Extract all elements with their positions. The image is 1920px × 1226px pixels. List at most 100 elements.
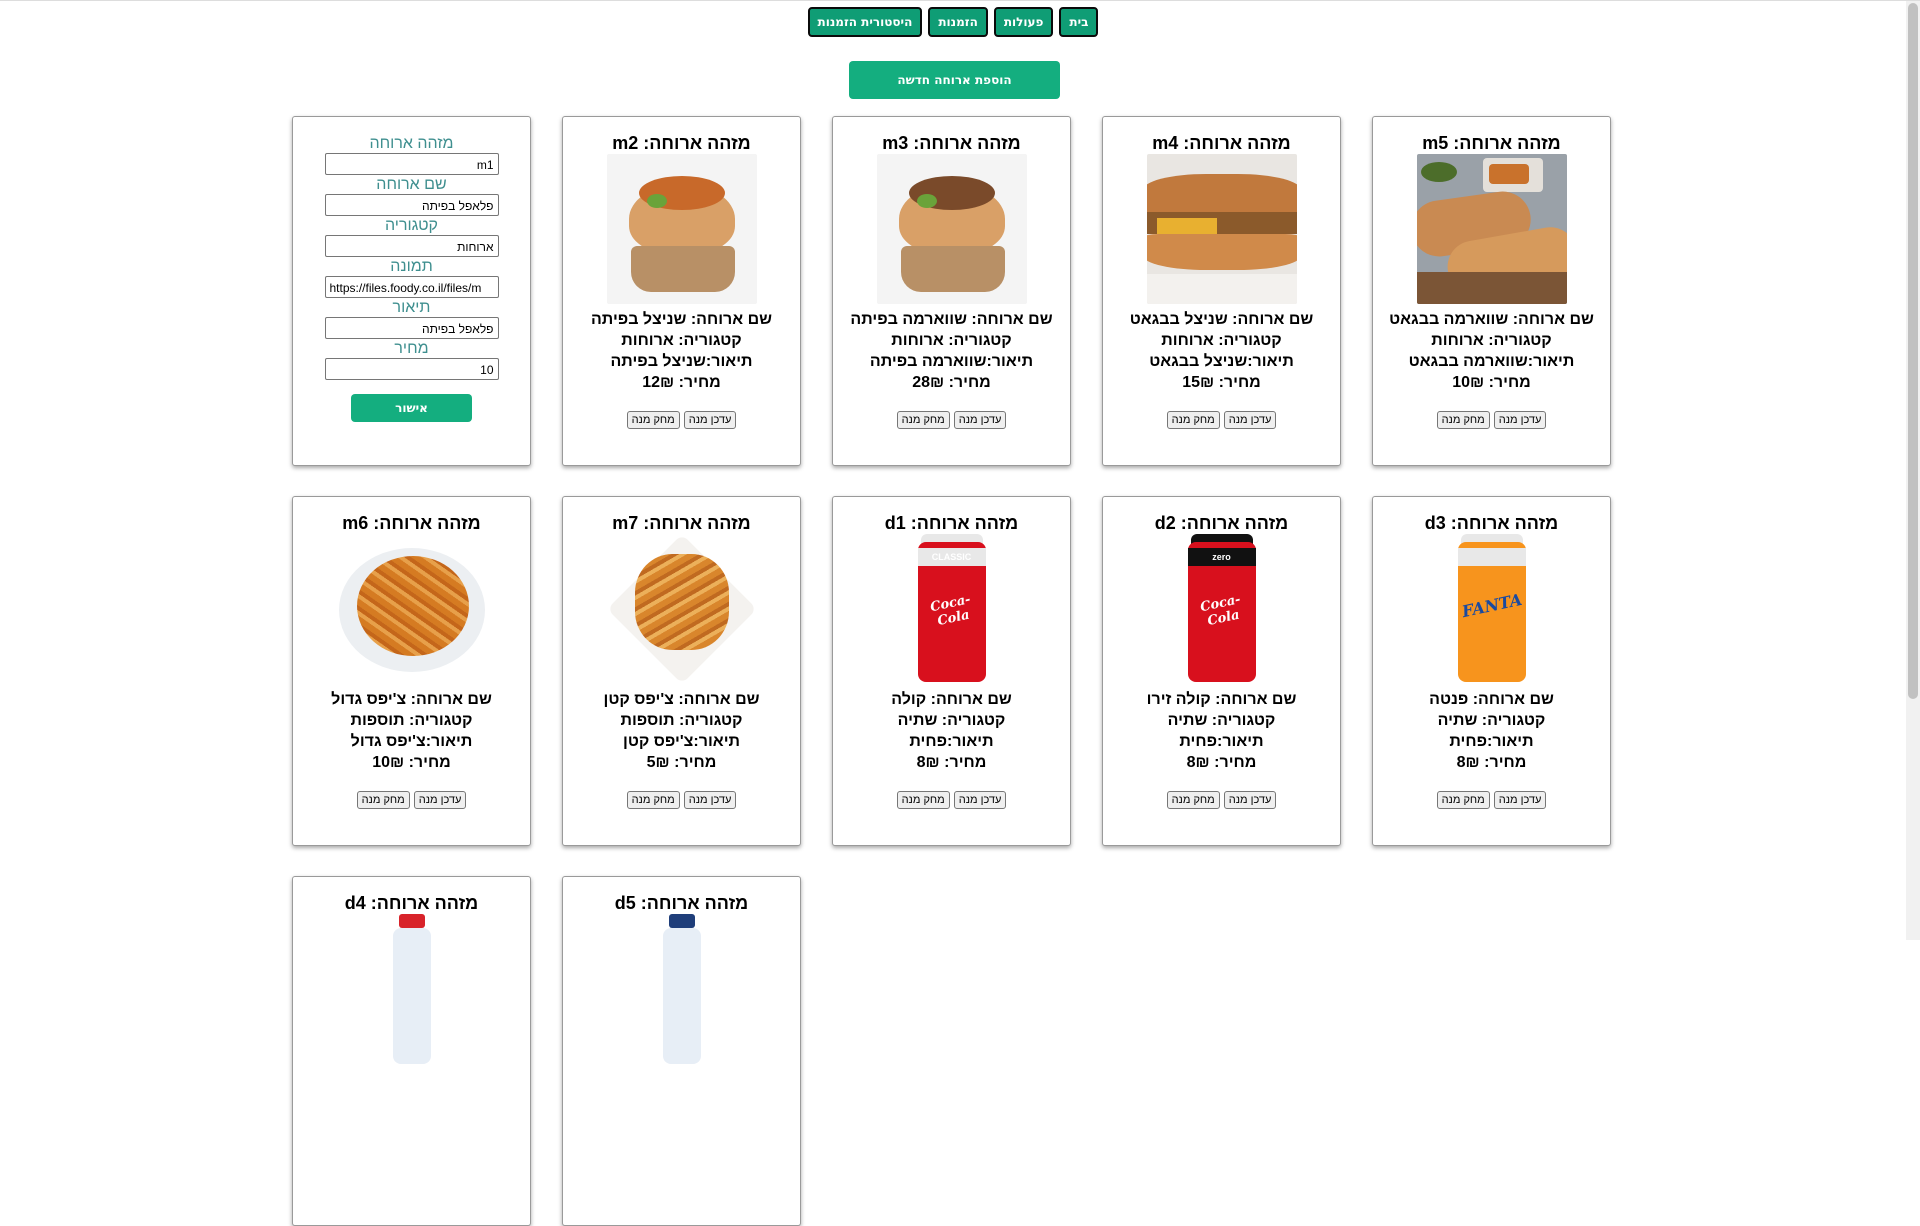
meal-id-heading: מזהה ארוחה: m3 <box>882 133 1021 153</box>
meal-id-input[interactable]: m1 <box>324 153 499 175</box>
delete-dish-button[interactable]: מחק מנה <box>1166 791 1220 809</box>
meal-card: מזהה ארוחה: m7 שם ארוחה: צ'יפס קטן קטגוריה… <box>562 496 801 846</box>
fries-bowl-photo <box>606 534 757 684</box>
image-label: תמונה <box>390 258 433 275</box>
meal-category-text: קטגוריה: שתיה <box>1437 712 1546 729</box>
meal-category-text: קטגוריה: שתיה <box>897 712 1006 729</box>
price-input[interactable]: 10 <box>324 358 499 380</box>
meal-category-text: קטגוריה: ארוחות <box>1161 332 1282 349</box>
meal-price-text: מחיר: 12₪ <box>642 374 721 391</box>
update-dish-button[interactable]: עדכן מנה <box>1493 791 1547 809</box>
meal-name-text: שם ארוחה: שווארמה בבגאט <box>1389 311 1594 328</box>
add-meal-button[interactable]: הוספת ארוחה חדשה <box>849 61 1060 99</box>
pita-shawarma-photo <box>876 154 1027 304</box>
meal-description-text: תיאור:שניצל בבגאט <box>1149 353 1294 370</box>
meal-name-text: שם ארוחה: שניצל בפיתה <box>590 311 773 328</box>
confirm-button[interactable]: אישור <box>351 394 472 422</box>
cola-can-photo: CLASSIC Coca-Cola <box>876 534 1027 684</box>
meal-category-text: קטגוריה: תוספות <box>350 712 473 729</box>
nav-order-history-button[interactable]: היסטורית הזמנות <box>807 7 923 37</box>
meal-card: מזהה ארוחה: d1 CLASSIC Coca-Cola שם ארוחה: … <box>832 496 1071 846</box>
delete-dish-button[interactable]: מחק מנה <box>896 791 950 809</box>
nav-home-button[interactable]: בית <box>1059 7 1099 37</box>
nav-actions-button[interactable]: פעולות <box>993 7 1054 37</box>
category-label: קטגוריה <box>384 217 438 234</box>
meal-id-heading: מזהה ארוחה: m2 <box>612 133 751 153</box>
meal-id-heading: מזהה ארוחה: d5 <box>614 893 749 913</box>
add-meal-form: מזהה ארוחה m1 שם ארוחה פלאפל בפיתה קטגור… <box>292 116 531 466</box>
delete-dish-button[interactable]: מחק מנה <box>1436 791 1490 809</box>
can-band-text: zero <box>1187 548 1256 566</box>
meal-card: מזהה ארוחה: m4 שם ארוחה: שניצל בבגאט קטגור… <box>1102 116 1341 466</box>
meal-price-text: מחיר: 8₪ <box>1456 754 1527 771</box>
meal-description-text: תיאור:פחית <box>909 733 994 750</box>
meal-description-text: תיאור:שווארמה בבגאט <box>1408 353 1575 370</box>
meal-id-heading: מזהה ארוחה: d3 <box>1424 513 1559 533</box>
fries-plate-photo <box>336 534 487 684</box>
pita-sandwich-photo <box>606 154 757 304</box>
image-url-input[interactable]: https://files.foody.co.il/files/m <box>324 276 499 298</box>
meal-id-heading: מזהה ארוחה: d1 <box>884 513 1019 533</box>
update-dish-button[interactable]: עדכן מנה <box>1223 791 1277 809</box>
meal-card: מזהה ארוחה: m6 שם ארוחה: צ'יפס גדול קטגורי… <box>292 496 531 846</box>
meal-name-text: שם ארוחה: קולה זירו <box>1146 691 1297 708</box>
meal-description-text: תיאור:צ'יפס קטן <box>623 733 740 750</box>
price-label: מחיר <box>394 340 429 357</box>
meal-name-text: שם ארוחה: שווארמה בפיתה <box>850 311 1053 328</box>
meal-price-text: מחיר: 28₪ <box>912 374 991 391</box>
scrollbar[interactable] <box>1906 1 1920 940</box>
delete-dish-button[interactable]: מחק מנה <box>356 791 410 809</box>
baguette-photo <box>1146 154 1297 304</box>
meal-description-text: תיאור:צ'יפס גדול <box>350 733 473 750</box>
meal-name-input[interactable]: פלאפל בפיתה <box>324 194 499 216</box>
meal-category-text: קטגוריה: ארוחות <box>621 332 742 349</box>
meal-name-text: שם ארוחה: צ'יפס גדול <box>331 691 492 708</box>
meal-id-heading: מזהה ארוחה: m5 <box>1422 133 1561 153</box>
meal-card: מזהה ארוחה: m5 שם ארוחה: שווארמה בבגאט קטג… <box>1372 116 1611 466</box>
meal-name-text: שם ארוחה: שניצל בבגאט <box>1129 311 1314 328</box>
baguette-shawarma-photo <box>1416 154 1567 304</box>
update-dish-button[interactable]: עדכן מנה <box>413 791 467 809</box>
category-input[interactable]: ארוחות <box>324 235 499 257</box>
update-dish-button[interactable]: עדכן מנה <box>683 411 737 429</box>
description-label: תיאור <box>392 299 431 316</box>
fanta-can-photo: FANTA <box>1416 534 1567 684</box>
can-band-text: CLASSIC <box>917 548 986 566</box>
update-dish-button[interactable]: עדכן מנה <box>953 791 1007 809</box>
meal-id-label: מזהה ארוחה <box>369 135 454 152</box>
can-band-text <box>1457 548 1526 566</box>
meal-card: מזהה ארוחה: d2 zero Coca-Cola שם ארוחה: קול… <box>1102 496 1341 846</box>
bottle-photo <box>606 914 757 1064</box>
top-nav: ביתפעולותהזמנותהיסטורית הזמנות <box>0 7 1906 37</box>
meal-id-heading: מזהה ארוחה: m6 <box>342 513 481 533</box>
meal-price-text: מחיר: 10₪ <box>372 754 451 771</box>
meal-card: מזהה ארוחה: d4 <box>292 876 531 1226</box>
update-dish-button[interactable]: עדכן מנה <box>683 791 737 809</box>
meal-description-text: תיאור:שווארמה בפיתה <box>869 353 1034 370</box>
meal-category-text: קטגוריה: ארוחות <box>1431 332 1552 349</box>
meal-price-text: מחיר: 15₪ <box>1182 374 1261 391</box>
delete-dish-button[interactable]: מחק מנה <box>626 791 680 809</box>
meal-price-text: מחיר: 5₪ <box>646 754 717 771</box>
meal-name-text: שם ארוחה: פנטה <box>1429 691 1554 708</box>
meal-description-text: תיאור:פחית <box>1449 733 1534 750</box>
meal-price-text: מחיר: 8₪ <box>1186 754 1257 771</box>
delete-dish-button[interactable]: מחק מנה <box>1436 411 1490 429</box>
update-dish-button[interactable]: עדכן מנה <box>1223 411 1277 429</box>
meal-category-text: קטגוריה: ארוחות <box>891 332 1012 349</box>
meal-name-text: שם ארוחה: קולה <box>891 691 1012 708</box>
delete-dish-button[interactable]: מחק מנה <box>896 411 950 429</box>
update-dish-button[interactable]: עדכן מנה <box>1493 411 1547 429</box>
meal-description-text: תיאור:שניצל בפיתה <box>610 353 753 370</box>
meal-id-heading: מזהה ארוחה: d2 <box>1154 513 1289 533</box>
update-dish-button[interactable]: עדכן מנה <box>953 411 1007 429</box>
nav-orders-button[interactable]: הזמנות <box>928 7 988 37</box>
scrollbar-thumb[interactable] <box>1908 3 1918 699</box>
cola-zero-can-photo: zero Coca-Cola <box>1146 534 1297 684</box>
meal-card: מזהה ארוחה: d3 FANTA שם ארוחה: פנטה קטגוריה… <box>1372 496 1611 846</box>
description-input[interactable]: פלאפל בפיתה <box>324 317 499 339</box>
delete-dish-button[interactable]: מחק מנה <box>626 411 680 429</box>
delete-dish-button[interactable]: מחק מנה <box>1166 411 1220 429</box>
meal-category-text: קטגוריה: תוספות <box>620 712 743 729</box>
meal-price-text: מחיר: 10₪ <box>1452 374 1531 391</box>
